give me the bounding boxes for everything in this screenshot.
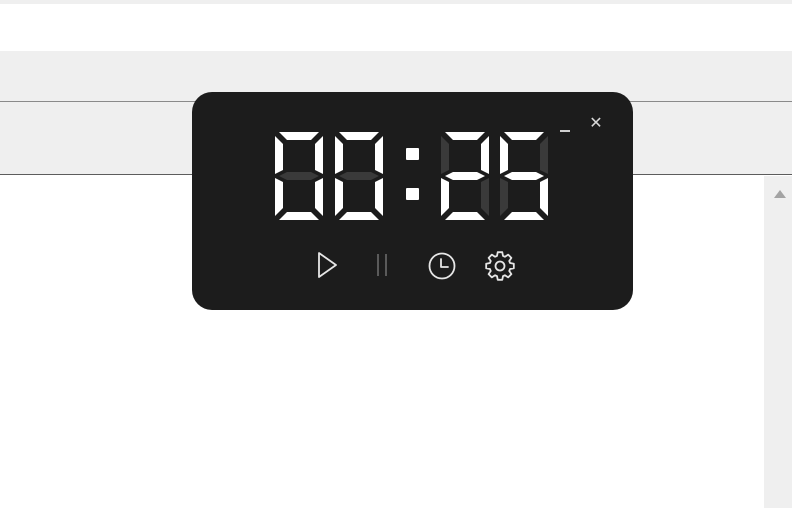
play-icon xyxy=(318,252,337,278)
clock-button[interactable] xyxy=(422,246,462,286)
segment-f xyxy=(500,136,508,174)
top-strip xyxy=(0,0,792,4)
segment-g xyxy=(339,172,379,180)
segment-b xyxy=(540,136,548,174)
segment-b xyxy=(481,136,489,174)
segment-c xyxy=(481,178,489,216)
segment-e xyxy=(275,178,283,216)
segment-g xyxy=(445,172,485,180)
segment-f xyxy=(441,136,449,174)
segment-g xyxy=(279,172,319,180)
segment-c xyxy=(315,178,323,216)
segment-b xyxy=(315,136,323,174)
segment-e xyxy=(500,178,508,216)
segment-g xyxy=(504,172,544,180)
segment-e xyxy=(335,178,343,216)
segment-e xyxy=(441,178,449,216)
scroll-up-arrow-icon[interactable] xyxy=(774,190,786,198)
segment-c xyxy=(540,178,548,216)
play-button[interactable] xyxy=(306,246,346,286)
settings-button[interactable] xyxy=(480,246,520,286)
segment-b xyxy=(375,136,383,174)
segment-a xyxy=(445,132,485,140)
pause-button[interactable] xyxy=(362,246,402,286)
segment-d xyxy=(445,212,485,220)
timer-widget[interactable]: ✕ xyxy=(192,92,633,310)
segment-f xyxy=(335,136,343,174)
digit-seconds-ones xyxy=(500,132,548,220)
segment-d xyxy=(504,212,544,220)
colon-dot-bottom xyxy=(406,188,419,200)
segment-a xyxy=(339,132,379,140)
digit-seconds-tens xyxy=(441,132,489,220)
digit-minutes-tens xyxy=(275,132,323,220)
controls-row xyxy=(192,246,633,286)
pause-icon xyxy=(377,254,387,276)
gear-icon xyxy=(485,251,515,281)
vertical-scrollbar[interactable] xyxy=(764,176,792,508)
clock-icon xyxy=(428,252,456,280)
segment-c xyxy=(375,178,383,216)
colon-dot-top xyxy=(406,148,419,160)
segment-d xyxy=(279,212,319,220)
segment-f xyxy=(275,136,283,174)
segment-a xyxy=(504,132,544,140)
digit-minutes-ones xyxy=(335,132,383,220)
segment-d xyxy=(339,212,379,220)
segment-a xyxy=(279,132,319,140)
